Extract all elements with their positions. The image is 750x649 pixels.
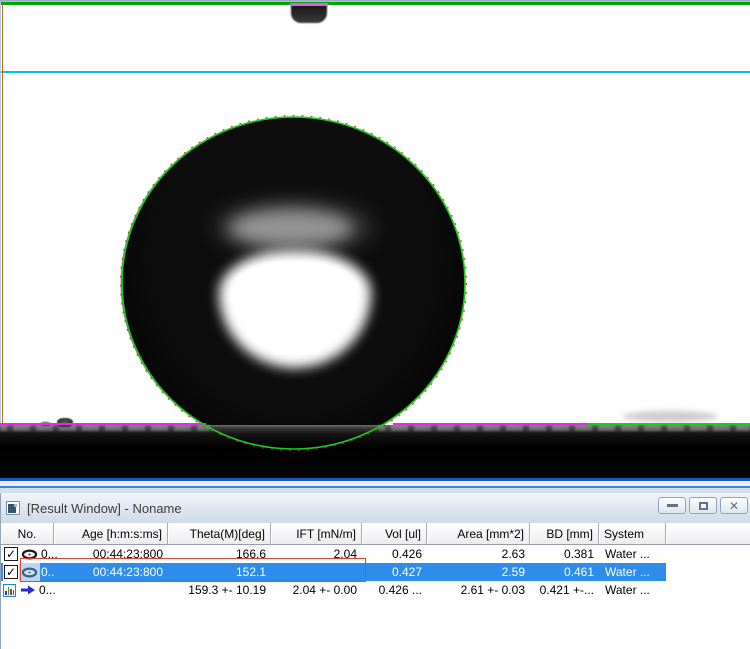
column-header-age[interactable]: Age [h:m:s:ms]	[54, 523, 168, 545]
arrow-right-icon	[20, 584, 36, 596]
restore-button[interactable]	[689, 497, 717, 514]
row-no-cell: 0...	[1, 581, 54, 599]
row-icon-wrap	[18, 581, 38, 599]
app-screen: [Result Window] - Noname ✕ No. Age [h:m:…	[0, 0, 750, 649]
table-header: No. Age [h:m:s:ms] Theta(M)[deg] IFT [mN…	[1, 523, 750, 545]
row-icon-wrap	[3, 581, 18, 599]
cell-vol: 0.427	[362, 563, 427, 581]
table-row[interactable]: ✓ 0... 00:44:23:800 166.6 2.04 0.426 2.6…	[1, 545, 750, 563]
column-header-bd[interactable]: BD [mm]	[530, 523, 599, 545]
cell-empty	[666, 545, 750, 563]
cell-age: 00:44:23:800	[54, 545, 168, 563]
cell-bd: 0.461	[530, 563, 599, 581]
statistics-chart-icon	[3, 584, 16, 597]
row-checkbox-wrap: ✓	[3, 545, 19, 563]
cell-theta: 159.3 +- 10.19	[168, 581, 271, 599]
row-checkbox[interactable]: ✓	[4, 565, 18, 579]
table-row-statistics[interactable]: 0... 159.3 +- 10.19 2.04 +- 0.00 0.426 .…	[1, 581, 750, 599]
cell-area: 2.61 +- 0.03	[427, 581, 530, 599]
cell-empty	[666, 581, 750, 599]
window-controls: ✕	[658, 497, 748, 514]
cell-area: 2.63	[427, 545, 530, 563]
cell-bd: 0.381	[530, 545, 599, 563]
cell-theta: 166.6	[168, 545, 271, 563]
cell-vol: 0.426 ...	[362, 581, 427, 599]
column-header-empty	[666, 523, 750, 545]
cell-age	[54, 581, 168, 599]
checkmark-icon: ✓	[6, 548, 16, 560]
result-window-icon	[6, 501, 20, 515]
minimize-icon	[667, 504, 678, 507]
cell-ift: 2.04	[271, 545, 362, 563]
cell-theta: 152.1	[168, 563, 271, 581]
column-header-vol[interactable]: Vol [ul]	[362, 523, 427, 545]
close-button[interactable]: ✕	[720, 497, 748, 514]
table-row-selected[interactable]: ✓ 0... 00:44:23:800 152.1 0.427 2.59 0.4…	[1, 563, 750, 581]
circle-fit-overlay	[0, 0, 750, 493]
drop-ellipse-icon	[21, 549, 38, 560]
cell-area: 2.59	[427, 563, 530, 581]
cell-system: Water ...	[599, 581, 666, 599]
cell-bd: 0.421 +-...	[530, 581, 599, 599]
checkmark-icon: ✓	[6, 566, 16, 578]
cell-ift	[271, 563, 362, 581]
cell-system: Water ...	[599, 545, 666, 563]
column-header-system[interactable]: System	[599, 523, 666, 545]
row-no-cell: ✓ 0...	[1, 545, 54, 563]
drop-ellipse-icon	[21, 567, 38, 578]
column-header-area[interactable]: Area [mm*2]	[427, 523, 530, 545]
result-window-title: [Result Window] - Noname	[27, 501, 182, 516]
fitted-circle	[122, 117, 465, 449]
row-checkbox[interactable]: ✓	[4, 547, 18, 561]
result-window-titlebar[interactable]: [Result Window] - Noname ✕	[1, 493, 750, 523]
column-header-theta[interactable]: Theta(M)[deg]	[168, 523, 271, 545]
close-icon: ✕	[729, 500, 739, 512]
cell-system: Water ...	[599, 563, 666, 581]
row-no-cell: ✓ 0...	[1, 563, 54, 581]
row-icon-wrap	[19, 563, 40, 581]
minimize-button[interactable]	[658, 497, 686, 514]
cell-age: 00:44:23:800	[54, 563, 168, 581]
result-window: [Result Window] - Noname ✕ No. Age [h:m:…	[0, 493, 750, 649]
row-checkbox-wrap: ✓	[3, 563, 19, 581]
cell-ift: 2.04 +- 0.00	[271, 581, 362, 599]
cell-empty	[666, 563, 750, 581]
cell-vol: 0.426	[362, 545, 427, 563]
camera-view	[0, 0, 750, 493]
row-icon-wrap	[19, 545, 40, 563]
column-header-no[interactable]: No.	[1, 523, 54, 545]
column-header-ift[interactable]: IFT [mN/m]	[271, 523, 362, 545]
restore-icon	[699, 502, 708, 510]
